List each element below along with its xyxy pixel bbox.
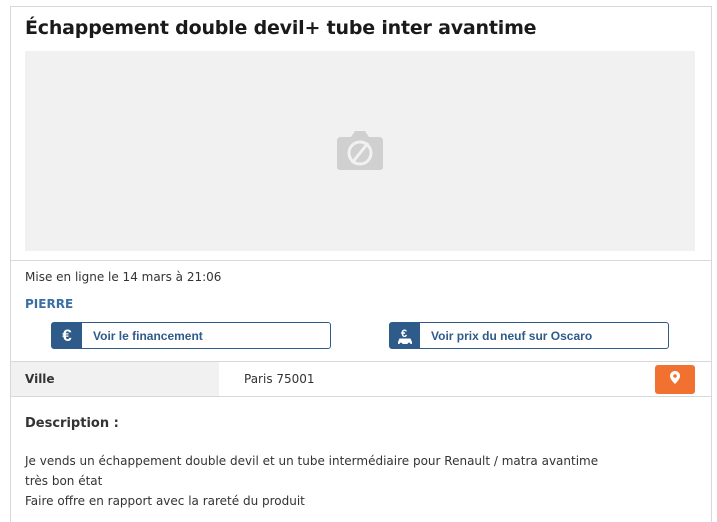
euro-car-icon: € <box>390 323 420 348</box>
location-pin-icon <box>670 370 680 389</box>
listing-title: Échappement double devil+ tube inter ava… <box>25 17 537 39</box>
financing-button-label: Voir le financement <box>93 328 203 343</box>
description-line: Faire offre en rapport avec la rareté du… <box>25 494 305 508</box>
map-location-button[interactable] <box>655 365 695 394</box>
posted-date: Mise en ligne le 14 mars à 21:06 <box>25 270 222 284</box>
divider <box>11 260 711 261</box>
oscaro-price-button-label: Voir prix du neuf sur Oscaro <box>431 328 593 343</box>
oscaro-price-button[interactable]: € Voir prix du neuf sur Oscaro <box>389 322 669 349</box>
svg-text:€: € <box>401 328 407 340</box>
seller-name-link[interactable]: PIERRE <box>25 297 73 311</box>
description-line: Je vends un échappement double devil et … <box>25 454 599 468</box>
camera-unavailable-icon <box>335 129 385 176</box>
listing-card: Échappement double devil+ tube inter ava… <box>10 6 712 522</box>
divider <box>11 396 711 397</box>
listing-photo-placeholder[interactable] <box>25 51 695 251</box>
description-line: très bon état <box>25 474 103 488</box>
description-title: Description : <box>25 416 119 431</box>
euro-icon: € <box>52 323 82 348</box>
financing-button[interactable]: € Voir le financement <box>51 322 331 349</box>
city-label: Ville <box>25 372 55 386</box>
city-value: Paris 75001 <box>244 372 315 386</box>
